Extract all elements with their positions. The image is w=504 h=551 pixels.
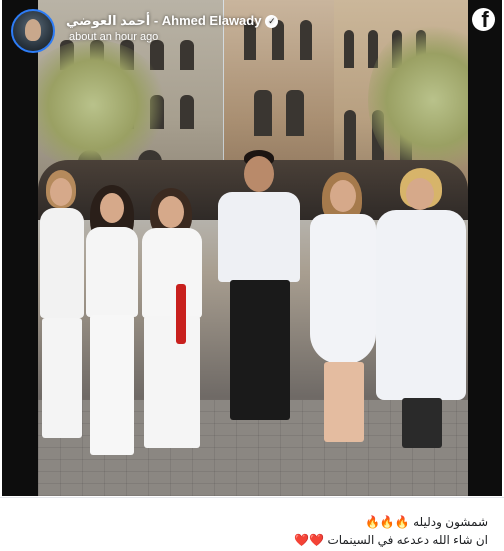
author-header: أحمد العوضي - Ahmed Elawady ✓ — [66, 12, 279, 30]
facebook-post: أحمد العوضي - Ahmed Elawady ✓ about an h… — [0, 0, 504, 551]
facebook-logo-icon[interactable]: f — [472, 8, 495, 31]
caption-line-2: ان شاء الله دعدعه في السينمات ❤️❤️ — [294, 533, 488, 547]
post-caption: شمشون ودليله 🔥🔥🔥 ان شاء الله دعدعه في ال… — [0, 497, 504, 551]
post-timestamp[interactable]: about an hour ago — [69, 31, 158, 43]
caption-line-1: شمشون ودليله 🔥🔥🔥 — [364, 515, 488, 529]
verified-badge-icon: ✓ — [265, 14, 279, 28]
author-avatar[interactable] — [11, 9, 55, 53]
author-name[interactable]: أحمد العوضي - Ahmed Elawady — [66, 13, 261, 29]
person — [40, 170, 84, 460]
person — [82, 185, 142, 465]
photo-scene — [38, 0, 468, 496]
post-photo[interactable] — [2, 0, 502, 496]
person — [214, 150, 304, 450]
person — [372, 168, 468, 468]
person — [136, 188, 208, 458]
facebook-logo-letter: f — [481, 8, 489, 31]
person — [306, 172, 382, 462]
